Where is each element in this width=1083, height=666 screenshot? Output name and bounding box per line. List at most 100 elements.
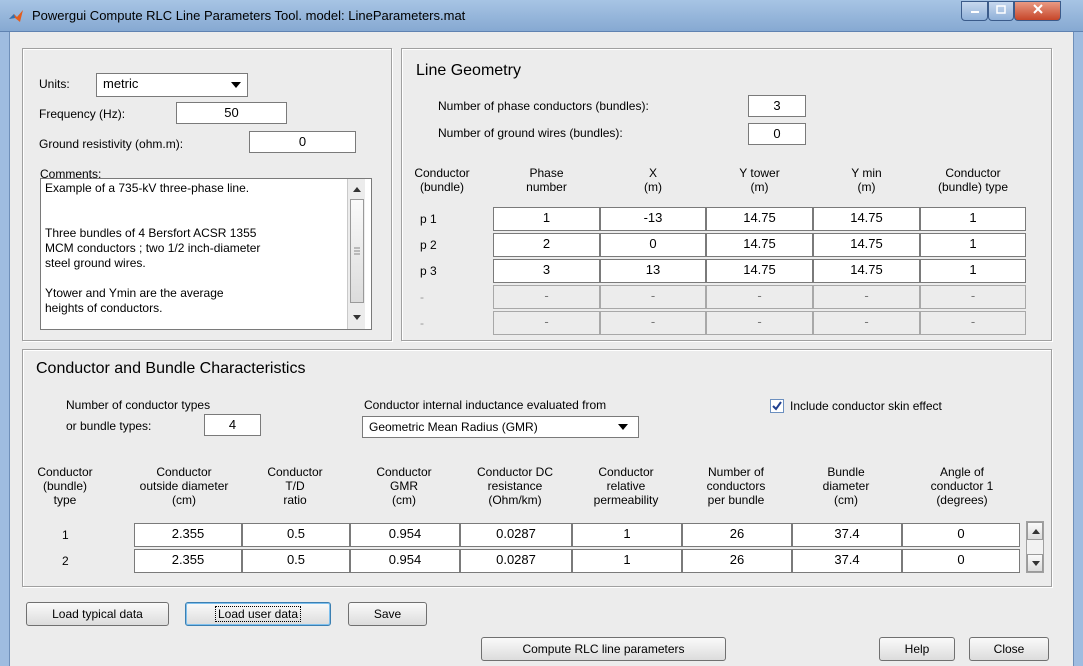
comment-line: Three bundles of 4 Bersfort ACSR 1355 — [45, 226, 257, 240]
skin-effect-checkbox[interactable] — [770, 399, 784, 413]
inductance-label: Conductor internal inductance evaluated … — [364, 398, 607, 412]
comments-textarea[interactable]: Example of a 735-kV three-phase line. Thr… — [40, 178, 372, 330]
conductor-types-label: Number of conductor types — [66, 398, 211, 412]
conductor-cell[interactable]: 0 — [902, 523, 1020, 547]
scrollbar-thumb[interactable] — [350, 199, 364, 303]
geometry-cell[interactable]: 1 — [920, 233, 1026, 257]
conductor-header-line: ratio — [283, 493, 307, 507]
conductor-row-label: 2 — [62, 554, 69, 568]
geometry-cell[interactable]: 2 — [493, 233, 600, 257]
geometry-cell[interactable]: 14.75 — [813, 233, 920, 257]
frequency-input[interactable]: 50 — [176, 102, 287, 124]
bundle-types-label: or bundle types: — [66, 419, 152, 433]
geometry-cell[interactable]: 1 — [493, 207, 600, 231]
conductor-cell[interactable]: 0.5 — [242, 549, 350, 573]
conductor-cell[interactable]: 37.4 — [792, 523, 902, 547]
geometry-cell: - — [600, 311, 706, 335]
geometry-column-header: Y tower (m) — [706, 166, 813, 194]
units-value: metric — [103, 76, 139, 91]
geometry-cell[interactable]: 1 — [920, 207, 1026, 231]
geometry-cell[interactable]: -13 — [600, 207, 706, 231]
minimize-button[interactable] — [961, 1, 988, 21]
conductor-cell[interactable]: 0.0287 — [460, 523, 572, 547]
comment-line — [45, 196, 347, 211]
geometry-cell[interactable]: 14.75 — [706, 233, 813, 257]
ground-wires-input[interactable]: 0 — [748, 123, 806, 145]
geometry-row-label: p 3 — [420, 264, 437, 278]
geometry-cell[interactable]: 14.75 — [706, 207, 813, 231]
close-icon — [1032, 4, 1043, 14]
conductor-column-header: Conductor T/D ratio — [242, 465, 348, 507]
conductor-header-line: Conductor — [37, 465, 93, 479]
conductor-cell[interactable]: 0.954 — [350, 549, 460, 573]
geometry-column-header: Conductor (bundle) type — [920, 166, 1026, 194]
units-dropdown[interactable]: metric — [96, 73, 248, 97]
frequency-label: Frequency (Hz): — [39, 107, 126, 121]
geometry-column-header: X (m) — [600, 166, 706, 194]
geometry-cell[interactable]: 1 — [920, 259, 1026, 283]
chevron-down-icon — [618, 424, 628, 430]
save-button[interactable]: Save — [348, 602, 427, 626]
conductor-column-header: Conductor outside diameter (cm) — [128, 465, 240, 507]
conductor-header-line: (Ohm/km) — [488, 493, 542, 507]
conductor-header-line: GMR — [390, 479, 418, 493]
units-label: Units: — [39, 77, 70, 91]
inductance-dropdown[interactable]: Geometric Mean Radius (GMR) — [362, 416, 639, 438]
phase-conductors-label: Number of phase conductors (bundles): — [438, 99, 649, 113]
ground-resistivity-label: Ground resistivity (ohm.m): — [39, 137, 184, 151]
geometry-cell[interactable]: 13 — [600, 259, 706, 283]
conductor-header-line: diameter — [822, 479, 870, 493]
geometry-cell: - — [493, 285, 600, 309]
conductor-cell[interactable]: 1 — [572, 549, 682, 573]
conductor-cell[interactable]: 26 — [682, 523, 792, 547]
chevron-down-icon — [231, 82, 241, 88]
conductor-cell[interactable]: 1 — [572, 523, 682, 547]
conductor-column-header: Conductor DC resistance (Ohm/km) — [460, 465, 570, 507]
help-button[interactable]: Help — [879, 637, 955, 661]
matlab-logo-icon — [9, 10, 23, 22]
comment-line: Ytower and Ymin are the average — [45, 286, 224, 300]
scroll-up-icon[interactable] — [1027, 522, 1043, 540]
close-window-button[interactable] — [1014, 1, 1061, 21]
geometry-cell: - — [920, 311, 1026, 335]
geometry-header-line: (m) — [644, 180, 662, 194]
scroll-down-icon[interactable] — [1027, 554, 1043, 572]
conductor-cell[interactable]: 0.0287 — [460, 549, 572, 573]
conductor-table-scrollbar[interactable] — [1026, 521, 1044, 573]
phase-conductors-input[interactable]: 3 — [748, 95, 806, 117]
geometry-cell[interactable]: 0 — [600, 233, 706, 257]
close-button[interactable]: Close — [969, 637, 1049, 661]
conductor-cell[interactable]: 26 — [682, 549, 792, 573]
conductor-cell[interactable]: 0.5 — [242, 523, 350, 547]
conductor-cell[interactable]: 0 — [902, 549, 1020, 573]
geometry-cell: - — [600, 285, 706, 309]
conductor-header-line: T/D — [285, 479, 305, 493]
conductor-cell[interactable]: 2.355 — [134, 523, 242, 547]
load-user-data-button[interactable]: Load user data — [185, 602, 331, 626]
conductor-cell[interactable]: 2.355 — [134, 549, 242, 573]
window-frame-left — [0, 32, 10, 666]
geometry-cell[interactable]: 14.75 — [706, 259, 813, 283]
load-typical-data-button[interactable]: Load typical data — [26, 602, 169, 626]
conductor-header-line: (degrees) — [936, 493, 988, 507]
ground-resistivity-input[interactable]: 0 — [249, 131, 356, 153]
inductance-value: Geometric Mean Radius (GMR) — [369, 420, 538, 434]
scroll-up-icon[interactable] — [350, 183, 364, 197]
window-title: Powergui Compute RLC Line Parameters Too… — [32, 8, 466, 23]
conductor-header-line: type — [53, 493, 77, 507]
geometry-column-header: Conductor (bundle) — [408, 166, 476, 194]
geometry-cell[interactable]: 3 — [493, 259, 600, 283]
conductor-types-input[interactable]: 4 — [204, 414, 261, 436]
conductor-cell[interactable]: 0.954 — [350, 523, 460, 547]
conductor-cell[interactable]: 37.4 — [792, 549, 902, 573]
geometry-cell[interactable]: 14.75 — [813, 259, 920, 283]
geometry-header-line: (bundle) — [419, 180, 465, 194]
scroll-down-icon[interactable] — [350, 311, 364, 325]
conductor-column-header: Bundle diameter (cm) — [792, 465, 900, 507]
compute-rlc-button[interactable]: Compute RLC line parameters — [481, 637, 726, 661]
conductor-panel-title: Conductor and Bundle Characteristics — [36, 360, 306, 377]
comments-text: Example of a 735-kV three-phase line. Thr… — [45, 181, 347, 316]
geometry-cell[interactable]: 14.75 — [813, 207, 920, 231]
maximize-button[interactable] — [988, 1, 1014, 21]
comments-scrollbar[interactable] — [347, 179, 365, 329]
